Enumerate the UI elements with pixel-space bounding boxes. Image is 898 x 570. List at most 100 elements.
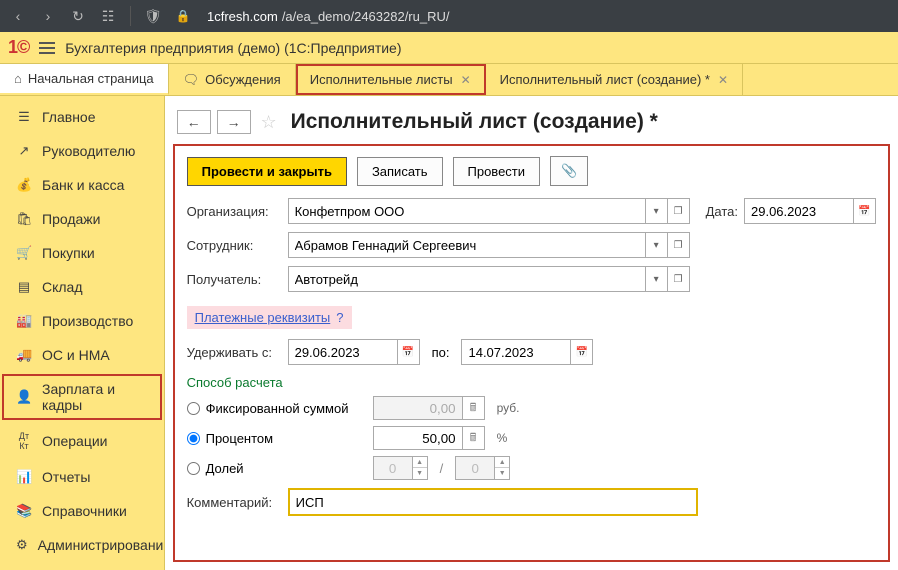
tab-exec-sheets[interactable]: Исполнительные листы ✕ (296, 64, 486, 95)
sidebar: ☰Главное ↗Руководителю 💰Банк и касса 🛍Пр… (0, 96, 165, 570)
percent-input[interactable] (373, 426, 463, 450)
back-button[interactable]: ‹ (6, 4, 30, 28)
app-title: Бухгалтерия предприятия (демо) (1С:Предп… (65, 40, 401, 56)
fixed-amount-input[interactable] (373, 396, 463, 420)
method-fixed-radio[interactable] (187, 402, 200, 415)
form-area: Провести и закрыть Записать Провести 📎 О… (173, 144, 890, 562)
tabs-bar: ⌂ Начальная страница 🗨 Обсуждения Исполн… (0, 64, 898, 96)
chart-icon: ↗ (16, 143, 32, 159)
books-icon: 📚 (16, 503, 32, 519)
org-input[interactable] (288, 198, 646, 224)
comment-row: Комментарий: (187, 488, 876, 516)
payment-requisites-block: Платежные реквизиты ? (187, 306, 352, 329)
comment-input[interactable] (288, 488, 698, 516)
toolbar: Провести и закрыть Записать Провести 📎 (187, 156, 876, 186)
forward-button[interactable]: › (36, 4, 60, 28)
tab-home[interactable]: ⌂ Начальная страница (0, 64, 169, 95)
dk-icon: ДтКт (16, 431, 32, 451)
sidebar-item-operations[interactable]: ДтКтОперации (0, 422, 164, 460)
sidebar-item-reports[interactable]: 📊Отчеты (0, 460, 164, 494)
date-input[interactable] (744, 198, 854, 224)
open-button[interactable]: ❐ (668, 198, 690, 224)
post-and-close-button[interactable]: Провести и закрыть (187, 157, 347, 186)
tab-exec-sheet-form[interactable]: Исполнительный лист (создание) * ✕ (486, 64, 743, 95)
sidebar-item-label: Отчеты (42, 469, 90, 485)
calendar-button[interactable]: 📅 (571, 339, 593, 365)
sidebar-item-warehouse[interactable]: ▤Склад (0, 270, 164, 304)
help-icon[interactable]: ? (336, 310, 343, 325)
sidebar-item-sales[interactable]: 🛍Продажи (0, 202, 164, 236)
person-icon: 👤 (16, 389, 32, 405)
fixed-unit: руб. (497, 401, 520, 415)
method-percent-radio[interactable] (187, 432, 200, 445)
nav-forward-button[interactable]: → (217, 110, 251, 134)
lock-icon: 🔒 (171, 4, 195, 28)
close-icon[interactable]: ✕ (461, 73, 471, 87)
method-percent-row: Процентом 🖩 % (187, 426, 876, 450)
url-bar[interactable]: 1cfresh.com/a/ea_demo/2463282/ru_RU/ (207, 9, 450, 24)
gear-icon: ⚙ (16, 537, 28, 553)
calculator-icon[interactable]: 🖩 (463, 396, 485, 420)
reload-button[interactable]: ↻ (66, 4, 90, 28)
sidebar-item-label: Справочники (42, 503, 127, 519)
method-fixed-row: Фиксированной суммой 🖩 руб. (187, 396, 876, 420)
sidebar-item-refs[interactable]: 📚 Справочники (0, 494, 164, 528)
share-numerator-input[interactable] (373, 456, 413, 480)
sidebar-item-label: ОС и НМА (42, 347, 110, 363)
calendar-button[interactable]: 📅 (854, 198, 876, 224)
attach-button[interactable]: 📎 (550, 156, 588, 186)
sidebar-item-manager[interactable]: ↗Руководителю (0, 134, 164, 168)
sidebar-item-bank[interactable]: 💰Банк и касса (0, 168, 164, 202)
method-share-radio[interactable] (187, 462, 200, 475)
employee-input[interactable] (288, 232, 646, 258)
favorite-star-icon[interactable]: ☆ (257, 110, 281, 134)
divider (130, 6, 131, 26)
factory-icon: 🏭 (16, 313, 32, 329)
spinner-buttons[interactable]: ▲▼ (413, 456, 428, 480)
open-button[interactable]: ❐ (668, 232, 690, 258)
tab-label: Исполнительные листы (310, 72, 453, 87)
dropdown-button[interactable]: ▾ (646, 266, 668, 292)
nav-back-button[interactable]: ← (177, 110, 211, 134)
spinner-buttons[interactable]: ▲▼ (495, 456, 510, 480)
hold-from-input[interactable] (288, 339, 398, 365)
org-label: Организация: (187, 204, 282, 219)
sidebar-item-main[interactable]: ☰Главное (0, 100, 164, 134)
method-percent-option[interactable]: Процентом (187, 431, 367, 446)
chat-icon: 🗨 (183, 72, 200, 88)
share-denominator-input[interactable] (455, 456, 495, 480)
date-label: Дата: (706, 204, 738, 219)
menu-button[interactable] (39, 42, 55, 54)
close-icon[interactable]: ✕ (718, 73, 728, 87)
sidebar-item-label: Покупки (42, 245, 95, 261)
share-separator: / (440, 461, 444, 476)
dropdown-button[interactable]: ▾ (646, 198, 668, 224)
sidebar-item-salary[interactable]: 👤Зарплата и кадры (0, 372, 164, 422)
dropdown-button[interactable]: ▾ (646, 232, 668, 258)
sidebar-item-assets[interactable]: 🚚 ОС и НМА (0, 338, 164, 372)
sidebar-item-production[interactable]: 🏭Производство (0, 304, 164, 338)
method-fixed-option[interactable]: Фиксированной суммой (187, 401, 367, 416)
tab-label: Обсуждения (205, 72, 281, 87)
post-button[interactable]: Провести (453, 157, 541, 186)
shield-icon: 🛡 (141, 4, 165, 28)
save-button[interactable]: Записать (357, 157, 443, 186)
method-fixed-label: Фиксированной суммой (206, 401, 349, 416)
sidebar-item-admin[interactable]: ⚙Администрирование (0, 528, 164, 562)
tab-discussions[interactable]: 🗨 Обсуждения (169, 64, 296, 95)
open-button[interactable]: ❐ (668, 266, 690, 292)
payment-requisites-link[interactable]: Платежные реквизиты (195, 310, 331, 325)
receiver-input[interactable] (288, 266, 646, 292)
home-icon: ⌂ (14, 71, 22, 86)
calculator-icon[interactable]: 🖩 (463, 426, 485, 450)
title-row: ← → ☆ Исполнительный лист (создание) * (165, 106, 898, 144)
truck-icon: 🚚 (16, 347, 32, 363)
sidebar-item-label: Продажи (42, 211, 100, 227)
hold-to-input[interactable] (461, 339, 571, 365)
sidebar-item-purchases[interactable]: 🛒 Покупки (0, 236, 164, 270)
content: ← → ☆ Исполнительный лист (создание) * П… (165, 96, 898, 570)
calendar-button[interactable]: 📅 (398, 339, 420, 365)
apps-button[interactable]: ☷ (96, 4, 120, 28)
method-share-option[interactable]: Долей (187, 461, 367, 476)
cart-icon: 🛒 (16, 245, 32, 261)
